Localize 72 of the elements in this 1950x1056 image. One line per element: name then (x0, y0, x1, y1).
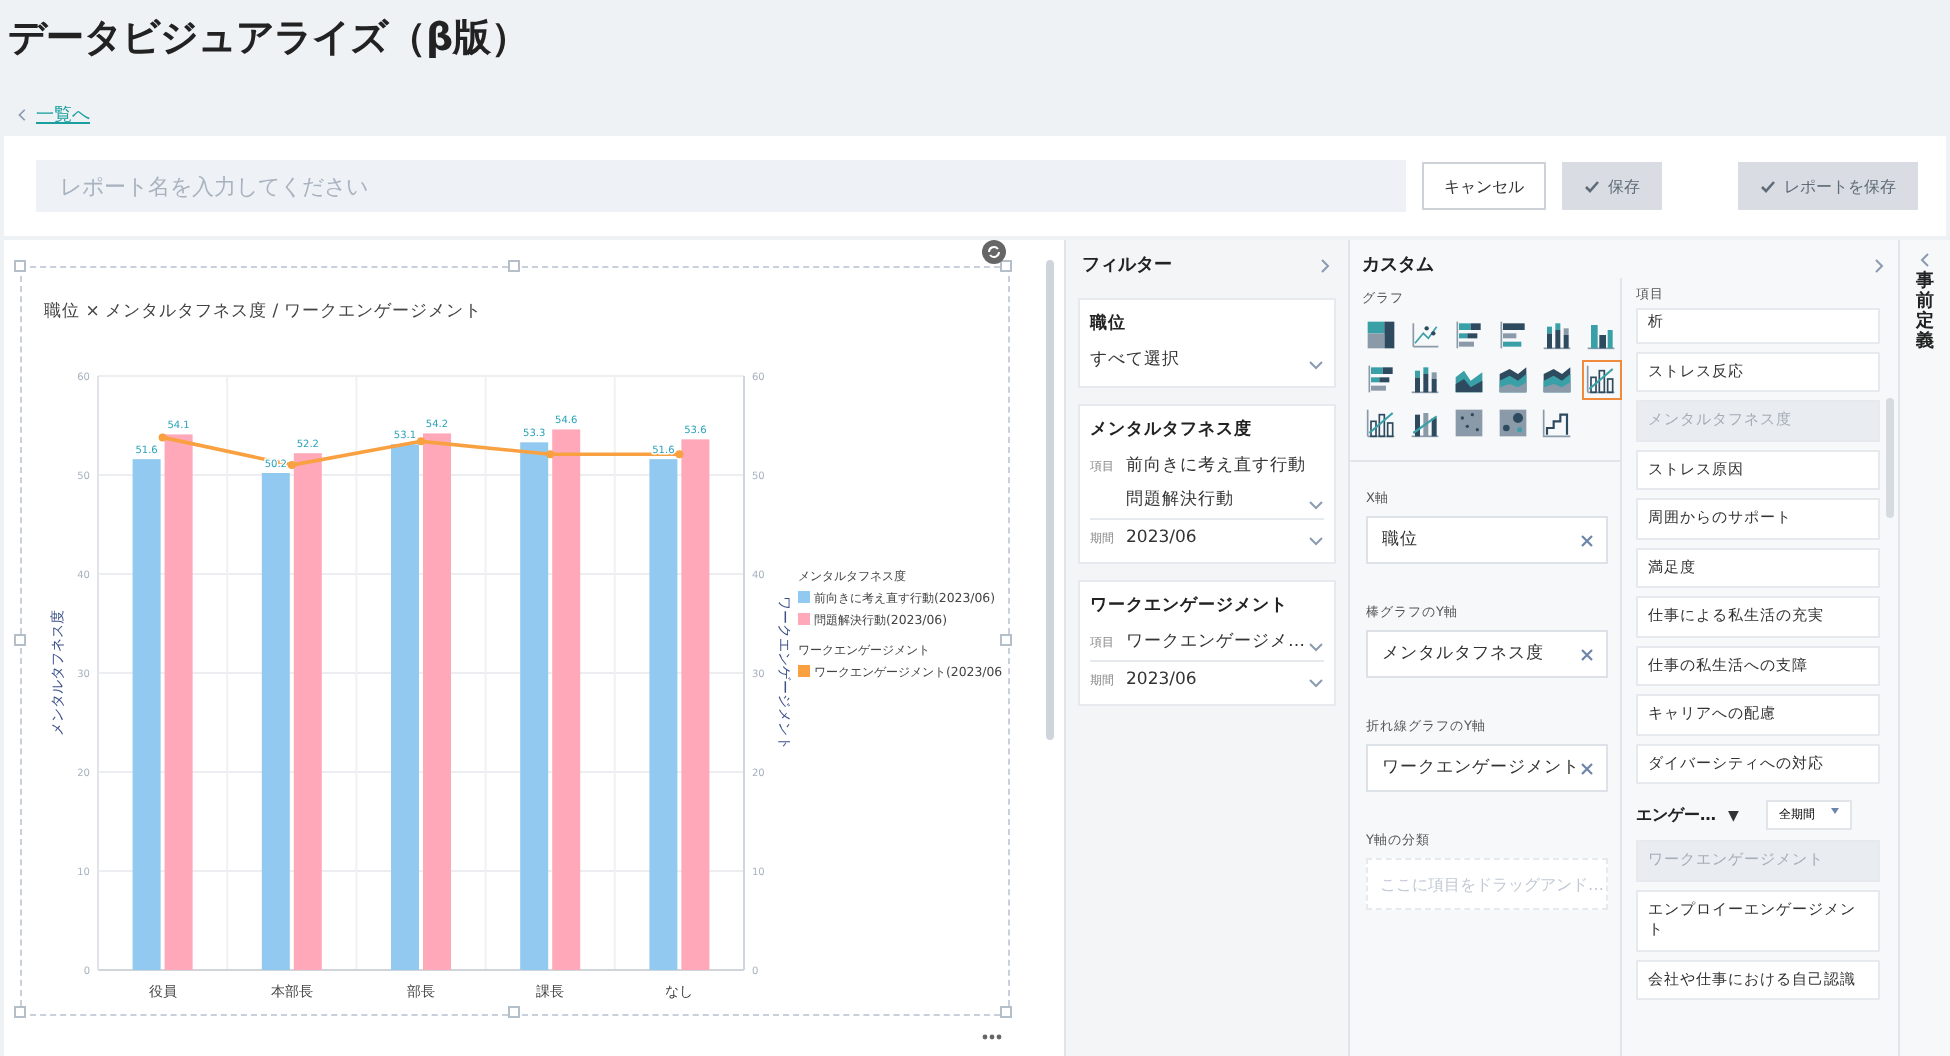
panel-title: カスタム (1362, 254, 1434, 278)
resize-handle[interactable] (1000, 1006, 1012, 1018)
column-line-chart-icon (1586, 364, 1616, 394)
more-icon[interactable] (982, 1034, 1002, 1040)
axis-value: ワークエンゲージメント (1382, 756, 1580, 780)
column-line-chart-icon (1366, 408, 1396, 438)
dropdown-chevron-icon[interactable] (1308, 532, 1324, 548)
report-name-field[interactable]: レポート名を入力してください (36, 160, 1406, 212)
filter-value[interactable]: 2023/06 (1126, 670, 1308, 690)
filter-title: ワークエンゲージメント (1090, 594, 1290, 618)
resize-handle[interactable] (14, 260, 26, 272)
dropdown-chevron-icon[interactable] (1308, 638, 1324, 654)
filter-value[interactable]: 問題解決行動 (1126, 488, 1308, 512)
filter-title: メンタルタフネス度 (1090, 418, 1254, 442)
step-chart-icon (1542, 408, 1572, 438)
close-icon[interactable] (1580, 533, 1594, 547)
scrollbar[interactable] (1886, 398, 1894, 518)
bar-chart-icon (1498, 320, 1528, 350)
close-icon[interactable] (1580, 761, 1594, 775)
resize-handle[interactable] (507, 1006, 519, 1018)
point (287, 461, 296, 470)
stacked-area-chart-icon (1542, 364, 1572, 394)
axis-value: メンタルタフネス度 (1382, 642, 1544, 666)
side-tab[interactable]: 事前定義 (1916, 274, 1934, 354)
axis-field[interactable]: 職位 (1366, 516, 1608, 564)
collapse-chevron-icon[interactable] (1316, 257, 1332, 273)
stacked-column-chart-icon (1410, 364, 1440, 394)
resize-handle[interactable] (507, 260, 519, 272)
filter-value[interactable]: ワークエンゲージメ… (1126, 630, 1308, 654)
check-icon (1584, 179, 1600, 193)
resize-handle[interactable] (1000, 633, 1012, 645)
treemap-icon (1366, 320, 1396, 350)
check-icon (1760, 179, 1776, 193)
dropdown-chevron-icon[interactable] (1308, 674, 1324, 690)
column-chart-icon (1586, 320, 1616, 350)
filter-title: 職位 (1090, 312, 1128, 336)
rotate-icon[interactable] (982, 240, 1006, 264)
collapse-chevron-icon[interactable] (1870, 257, 1886, 273)
filter-value[interactable]: すべて選択 (1090, 348, 1308, 372)
page-title: データビジュアライズ（β版） (8, 14, 532, 64)
panel-title: フィルター (1082, 254, 1172, 278)
point (158, 433, 167, 442)
scrollbar[interactable] (1045, 260, 1053, 740)
dropdown-chevron-icon[interactable] (1308, 356, 1324, 372)
group-title: エンゲー… (1636, 804, 1716, 826)
axis-field[interactable]: メンタルタフネス度 (1366, 630, 1608, 678)
caret-icon (1830, 806, 1841, 816)
axis-value: 職位 (1382, 528, 1418, 552)
stacked-area-chart-icon (1498, 364, 1528, 394)
stacked-bar-chart-icon (1366, 364, 1396, 394)
resize-handle[interactable] (14, 633, 26, 645)
stacked-bar-chart-icon (1454, 320, 1484, 350)
column-line-chart-icon (1410, 408, 1440, 438)
scatter-chart-icon (1454, 408, 1484, 438)
point (675, 450, 684, 459)
axis-field[interactable]: ワークエンゲージメント (1366, 744, 1608, 792)
point (417, 437, 425, 446)
chart-title: 職位 × メンタルタフネス度 / ワークエンゲージメント (44, 300, 482, 324)
cancel-button[interactable]: キャンセル (1422, 162, 1546, 210)
expand-chevron-icon[interactable] (1917, 252, 1933, 268)
resize-handle[interactable] (1000, 260, 1012, 272)
close-icon[interactable] (1580, 647, 1594, 661)
stacked-column-chart-icon (1542, 320, 1572, 350)
resize-handle[interactable] (14, 1006, 26, 1018)
filter-value[interactable]: 2023/06 (1126, 528, 1308, 548)
line-chart-icon (1410, 320, 1440, 350)
chart-type-button[interactable] (1582, 360, 1622, 400)
dropdown-chevron-icon[interactable] (1308, 496, 1324, 512)
bubble-chart-icon (1498, 408, 1528, 438)
back-chevron-icon[interactable] (16, 108, 30, 122)
filter-value[interactable]: 前向きに考え直す行動 (1126, 454, 1308, 478)
point (546, 450, 555, 459)
